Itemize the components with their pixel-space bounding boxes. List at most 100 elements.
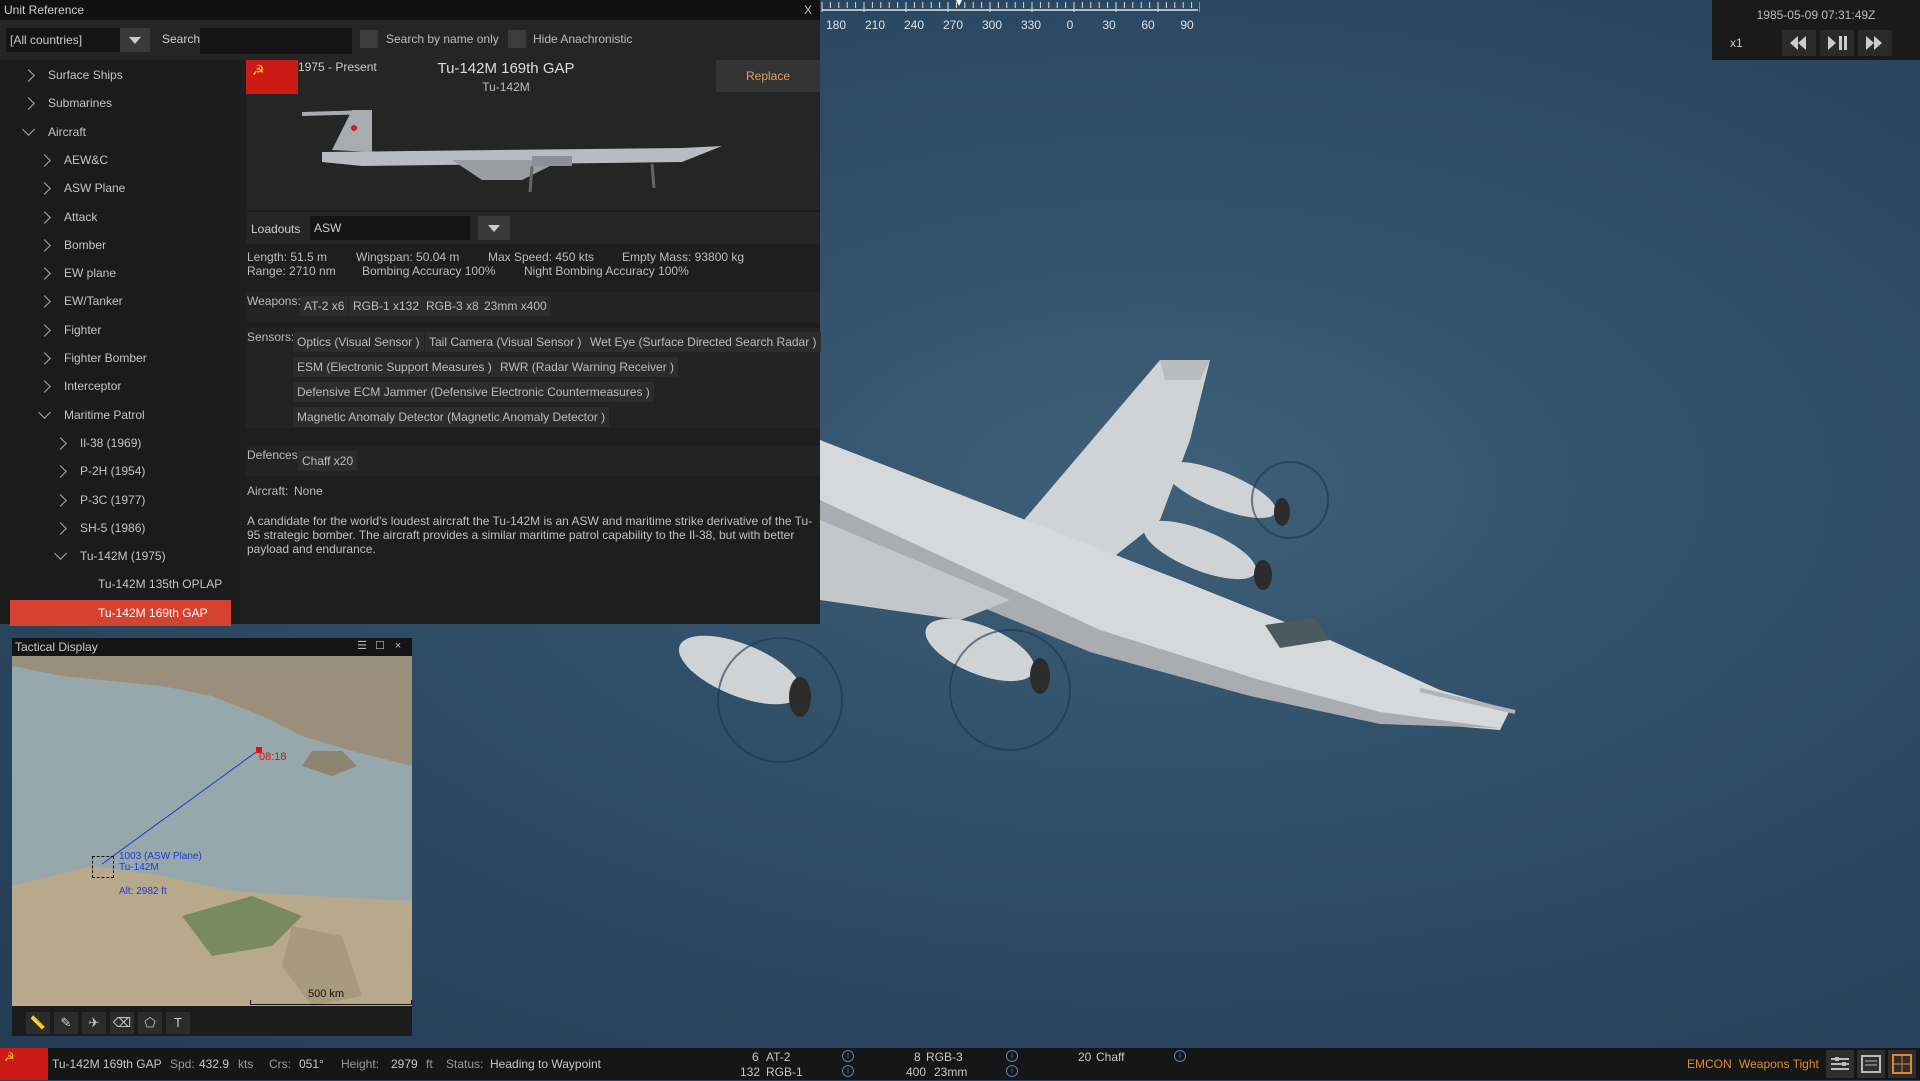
chevron-down-icon[interactable] [478,216,510,240]
sensor-chip[interactable]: ESM (Electronic Support Measures ) [293,357,496,377]
chevron-right-icon[interactable] [54,493,67,507]
play-pause-icon[interactable] [1820,30,1854,56]
unit-marker[interactable] [92,856,114,878]
polygon-icon[interactable]: ⬠ [138,1012,162,1034]
tree-item[interactable]: Interceptor [0,373,240,399]
rewind-icon[interactable] [1782,30,1816,56]
chevron-down-icon[interactable] [22,122,35,136]
tree-item[interactable]: Fighter Bomber [0,345,240,371]
sensor-chip[interactable]: Magnetic Anomaly Detector (Magnetic Anom… [293,407,610,427]
info-icon[interactable]: i [842,1050,854,1062]
tree-item-label: Tu-142M 135th OPLAP [98,577,223,592]
hide-anachronistic-checkbox[interactable] [508,30,526,48]
info-icon[interactable]: i [842,1065,854,1077]
tree-item[interactable]: Fighter [0,317,240,343]
tree-item[interactable]: Tu-142M (1975) [0,543,240,569]
tree-item[interactable]: Submarines [0,90,240,116]
tactical-display-titlebar[interactable]: Tactical Display [12,638,412,656]
tree-item[interactable]: Attack [0,204,240,230]
doctrine-icon[interactable] [1826,1050,1854,1078]
maximize-icon[interactable]: ☐ [374,640,386,652]
weapon-name: 23mm [934,1065,968,1079]
chevron-right-icon[interactable] [54,465,67,479]
tree-item[interactable]: AEW&C [0,147,240,173]
info-icon[interactable]: i [1006,1050,1018,1062]
defences-label: Defences: [247,448,302,462]
tactical-map[interactable]: 08:18 1003 (ASW Plane) Tu-142M Alt: 2982… [12,656,412,1006]
fast-forward-icon[interactable] [1858,30,1892,56]
status-bar: ☭ Tu-142M 169th GAP Spd: 432.9 kts Crs: … [0,1048,1920,1080]
info-icon[interactable]: i [1006,1065,1018,1077]
selected-unit-name[interactable]: Tu-142M 169th GAP [52,1057,162,1071]
text-tool-icon[interactable]: T [166,1012,190,1034]
grid-icon[interactable] [1888,1050,1916,1078]
list-icon[interactable] [1857,1050,1885,1078]
chevron-down-icon[interactable] [38,405,51,419]
replace-button[interactable]: Replace [716,60,820,92]
tree-item[interactable]: Maritime Patrol [0,402,240,428]
defence-chip[interactable]: Chaff x20 [298,451,358,471]
sensor-chip[interactable]: Optics (Visual Sensor ) [293,332,424,352]
emcon-button[interactable]: EMCON [1687,1057,1732,1071]
chevron-right-icon[interactable] [38,352,51,365]
sensor-chip[interactable]: Defensive ECM Jammer (Defensive Electron… [293,382,654,402]
weapon-chip[interactable]: RGB-1 x132 [349,296,424,316]
chevron-right-icon[interactable] [38,380,51,394]
ruler-icon[interactable]: 📏 [26,1012,50,1034]
chevron-right-icon[interactable] [38,238,51,252]
unit-type: Tu-142M [482,80,530,94]
chevron-down-icon[interactable] [120,28,150,52]
chevron-right-icon[interactable] [22,97,35,111]
sensor-chip[interactable]: Wet Eye (Surface Directed Search Radar ) [586,332,821,352]
eraser-icon[interactable]: ⌫ [110,1012,134,1034]
chevron-right-icon[interactable] [22,69,35,82]
close-icon[interactable]: X [804,0,812,20]
weapon-chip[interactable]: 23mm x400 [480,296,551,316]
compass-label: 270 [943,18,963,32]
plane-plot-icon[interactable]: ✈ [82,1012,106,1034]
chevron-right-icon[interactable] [38,295,51,309]
menu-icon[interactable]: ☰ [356,640,368,652]
tree-item[interactable]: P-2H (1954) [0,458,240,484]
sensor-chip[interactable]: RWR (Radar Warning Receiver ) [496,357,679,377]
weapons-state-button[interactable]: Weapons Tight [1739,1057,1819,1071]
time-compression[interactable]: x1 [1730,36,1743,50]
tree-item-label: Tu-142M 169th GAP [98,605,208,620]
sensors-label: Sensors: [247,330,295,344]
tree-item[interactable]: ASW Plane [0,175,240,201]
search-input[interactable] [200,28,352,54]
chevron-right-icon[interactable] [38,210,51,224]
tree-item[interactable]: EW/Tanker [0,288,240,314]
close-icon[interactable]: × [392,640,404,652]
pencil-icon[interactable]: ✎ [54,1012,78,1034]
weapon-chip[interactable]: AT-2 x6 [300,296,349,316]
chevron-right-icon[interactable] [38,182,51,196]
tree-item[interactable]: Il-38 (1969) [0,430,240,456]
tree-item[interactable]: P-3C (1977) [0,487,240,513]
spec-night-bombing-accuracy: Night Bombing Accuracy 100% [524,264,689,278]
search-by-name-checkbox[interactable] [360,30,378,48]
tree-item[interactable]: Tu-142M 169th GAP [10,599,231,626]
tree-item[interactable]: Surface Ships [0,62,240,88]
weapon-chip[interactable]: RGB-3 x8 [422,296,483,316]
chevron-right-icon[interactable] [54,521,67,535]
tree-item-label: Maritime Patrol [64,407,145,422]
tree-item[interactable]: Bomber [0,232,240,258]
chevron-down-icon[interactable] [54,547,67,560]
tree-item[interactable]: Aircraft [0,119,240,145]
tree-item[interactable]: EW plane [0,260,240,286]
chevron-right-icon[interactable] [38,267,51,280]
tree-item[interactable]: Tu-142M 135th OPLAP [0,571,240,597]
chevron-right-icon[interactable] [38,154,51,167]
map-scale-bar [250,1000,412,1005]
spec-range: Range: 2710 nm [247,264,336,278]
unit-reference-titlebar[interactable]: Unit Reference X [0,0,820,20]
chevron-right-icon[interactable] [54,437,67,450]
loadout-select[interactable]: ASW [310,216,470,240]
chevron-right-icon[interactable] [38,323,51,337]
defences-section: Defences: Chaff x20 [246,446,820,476]
sensor-chip[interactable]: Tail Camera (Visual Sensor ) [425,332,586,352]
loadouts-row: Loadouts ASW [246,212,820,244]
tree-item[interactable]: SH-5 (1986) [0,515,240,541]
info-icon[interactable]: i [1174,1050,1186,1062]
